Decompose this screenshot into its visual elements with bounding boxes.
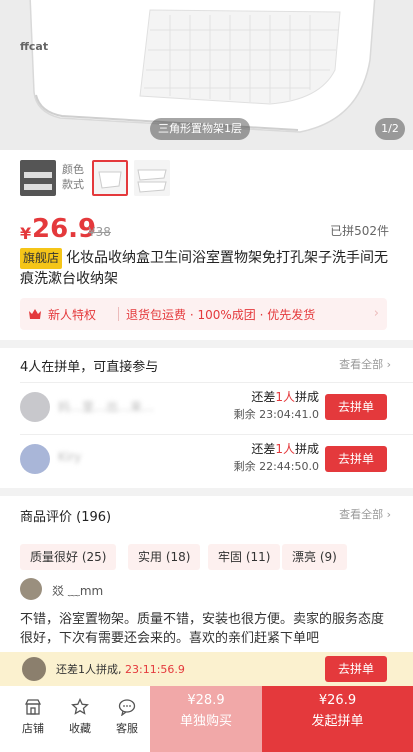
sku-selector: 颜色款式 bbox=[0, 150, 413, 208]
image-caption: 三角形置物架1层 bbox=[150, 118, 250, 140]
floating-group-banner: 还差1人拼成, 23:11:56.9 去拼单 bbox=[0, 652, 413, 686]
divider bbox=[20, 382, 413, 383]
review-tag[interactable]: 实用 (18) bbox=[128, 544, 201, 570]
sku-label: 颜色款式 bbox=[62, 163, 84, 191]
group-row: 妈…里…出…来… 还差1人拼成 剩余 23:04:41.0 去拼单 bbox=[0, 382, 413, 434]
avatar bbox=[20, 444, 50, 474]
reviews-section: 商品评价 (196) 查看全部 › 质量很好 (25) 实用 (18) 牢固 (… bbox=[0, 496, 413, 656]
original-price: ¥38 bbox=[88, 225, 111, 239]
current-price: 26.9 bbox=[32, 214, 97, 244]
need-prefix: 还差 bbox=[251, 390, 276, 404]
shop-label: 店铺 bbox=[22, 722, 44, 735]
price-section: ¥ 26.9 ¥38 已拼502件 旗舰店 化妆品收纳盒卫生间浴室置物架免打孔架子… bbox=[0, 208, 413, 340]
sku-thumb-2-selected[interactable] bbox=[92, 160, 128, 196]
shop-icon bbox=[24, 699, 42, 715]
reviews-see-all-link[interactable]: 查看全部 › bbox=[339, 506, 391, 522]
join-group-button[interactable]: 去拼单 bbox=[325, 394, 387, 420]
service-button[interactable]: 客服 bbox=[104, 686, 150, 752]
brand-logo: ffcat bbox=[20, 40, 49, 53]
need-count: 1人 bbox=[275, 442, 295, 456]
divider bbox=[20, 434, 413, 435]
star-icon bbox=[71, 698, 89, 715]
favorite-label: 收藏 bbox=[69, 722, 91, 735]
crown-icon bbox=[29, 309, 41, 319]
group-label: 发起拼单 bbox=[311, 714, 364, 729]
group-need: 还差1人拼成 bbox=[251, 388, 319, 405]
floating-text: 还差1人拼成, 23:11:56.9 bbox=[56, 661, 185, 677]
product-image-carousel[interactable]: ffcat 三角形置物架1层 1/2 bbox=[0, 0, 413, 150]
sold-count: 已拼502件 bbox=[330, 224, 389, 238]
floating-join-button[interactable]: 去拼单 bbox=[325, 656, 387, 682]
image-index: 1/2 bbox=[375, 118, 405, 140]
group-buy-section: 4人在拼单，可直接参与 查看全部 › 妈…里…出…来… 还差1人拼成 剩余 23… bbox=[0, 348, 413, 488]
see-all-label: 查看全部 bbox=[339, 508, 384, 521]
flagship-badge: 旗舰店 bbox=[20, 248, 63, 269]
group-need: 还差1人拼成 bbox=[251, 440, 319, 457]
need-count: 1人 bbox=[275, 390, 295, 404]
alone-label: 单独购买 bbox=[179, 714, 232, 729]
chat-icon bbox=[118, 699, 136, 716]
chevron-right-icon: › bbox=[373, 306, 379, 321]
buy-alone-button[interactable]: ¥28.9 单独购买 bbox=[150, 686, 262, 752]
bottom-bar: 店铺 收藏 客服 ¥28.9 单独购买 ¥26.9 发起拼单 bbox=[0, 686, 413, 752]
group-user-name: 妈…里…出…来… bbox=[58, 400, 155, 414]
sku-thumb-image bbox=[94, 162, 126, 194]
promo-text: 退货包运费 · 100%成团 · 优先发货 bbox=[126, 308, 316, 322]
group-row: Kiry 还差1人拼成 剩余 22:44:50.0 去拼单 bbox=[0, 434, 413, 486]
join-group-button[interactable]: 去拼单 bbox=[325, 446, 387, 472]
new-user-privilege: 新人特权 bbox=[48, 308, 97, 322]
review-tag[interactable]: 质量很好 (25) bbox=[20, 544, 117, 570]
need-suffix: 拼成 bbox=[294, 390, 319, 404]
need-prefix: 还差 bbox=[251, 442, 276, 456]
see-all-label: 查看全部 bbox=[339, 358, 384, 371]
group-buy-title: 4人在拼单，可直接参与 bbox=[20, 360, 159, 375]
product-title-text: 化妆品收纳盒卫生间浴室置物架免打孔架子洗手间无痕洗漱台收纳架 bbox=[20, 250, 389, 287]
remaining-time: 剩余 23:04:41.0 bbox=[233, 408, 319, 421]
floating-time: 23:11:56.9 bbox=[125, 663, 185, 676]
review-tag[interactable]: 牢固 (11) bbox=[208, 544, 281, 570]
group-see-all-link[interactable]: 查看全部 › bbox=[339, 356, 391, 372]
shop-button[interactable]: 店铺 bbox=[10, 686, 56, 752]
group-user-name: Kiry bbox=[58, 450, 82, 464]
review-text: 不错，浴室置物架。质量不错，安装也很方便。卖家的服务态度很好，下次有需要还会来的… bbox=[20, 612, 385, 646]
group-price: ¥26.9 bbox=[318, 693, 357, 708]
currency-symbol: ¥ bbox=[20, 224, 32, 243]
reviews-title: 商品评价 (196) bbox=[20, 510, 112, 525]
remaining-time: 剩余 22:44:50.0 bbox=[233, 460, 319, 473]
avatar bbox=[20, 392, 50, 422]
product-page: ffcat 三角形置物架1层 1/2 颜色款式 ¥ 26.9 ¥38 已拼502… bbox=[0, 0, 413, 752]
sku-thumb-image bbox=[134, 160, 170, 196]
favorite-button[interactable]: 收藏 bbox=[57, 686, 103, 752]
alone-price: ¥28.9 bbox=[187, 693, 225, 708]
service-label: 客服 bbox=[116, 722, 138, 735]
reviewer-name: 㸚 ﹏mm bbox=[52, 584, 104, 598]
avatar bbox=[22, 657, 46, 681]
sku-thumb-3[interactable] bbox=[134, 160, 170, 196]
product-title: 旗舰店 化妆品收纳盒卫生间浴室置物架免打孔架子洗手间无痕洗漱台收纳架 bbox=[20, 248, 395, 290]
promo-divider bbox=[118, 307, 119, 321]
sku-thumb-1[interactable] bbox=[20, 160, 56, 196]
start-group-button[interactable]: ¥26.9 发起拼单 bbox=[262, 686, 413, 752]
promo-bar[interactable]: 新人特权 退货包运费 · 100%成团 · 优先发货 › bbox=[20, 298, 387, 330]
sku-thumb-image bbox=[20, 160, 56, 196]
need-suffix: 拼成 bbox=[294, 442, 319, 456]
review-tag[interactable]: 漂亮 (9) bbox=[282, 544, 347, 570]
floating-need: 还差1人拼成, bbox=[56, 663, 122, 676]
reviewer-avatar bbox=[20, 578, 42, 600]
